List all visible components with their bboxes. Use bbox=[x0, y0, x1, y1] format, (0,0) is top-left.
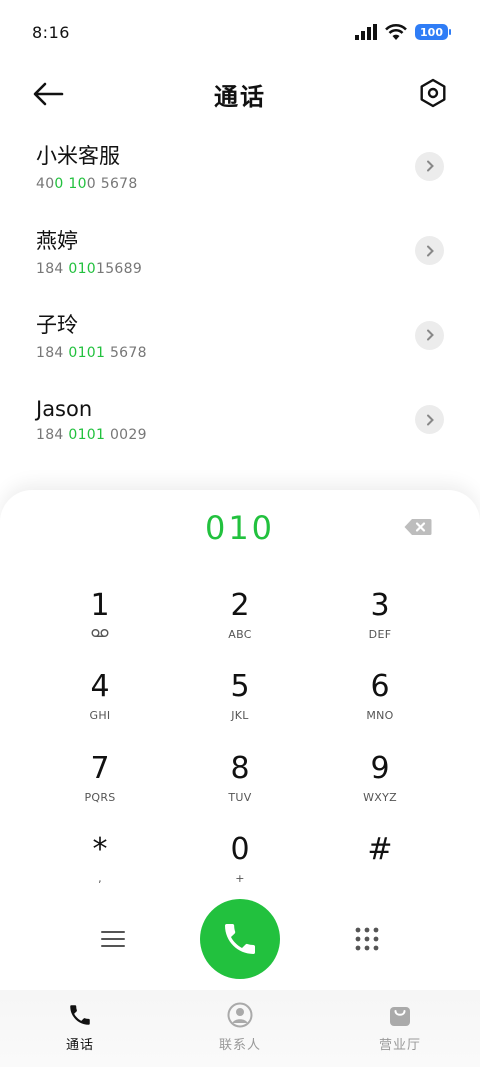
settings-icon[interactable] bbox=[418, 78, 448, 108]
nav-service-hall[interactable]: 营业厅 bbox=[320, 990, 480, 1067]
keypad: 1 2 ABC 3 DEF 4 GHI 5 JKL 6 MNO 7 PQRS 8… bbox=[30, 574, 450, 900]
contact-name: 子玲 bbox=[36, 313, 78, 338]
contact-item[interactable]: 小米客服 400 100 5678 bbox=[0, 124, 480, 209]
contact-item[interactable]: 燕婷 184 01015689 bbox=[0, 209, 480, 294]
status-bar: 8:16 100 bbox=[0, 0, 480, 64]
contact-number: 184 01015689 bbox=[36, 260, 143, 277]
key-1[interactable]: 1 bbox=[30, 574, 170, 656]
voicemail-icon bbox=[91, 628, 109, 637]
status-icons: 100 bbox=[355, 23, 451, 41]
keypad-toggle-button[interactable] bbox=[347, 919, 387, 959]
bottom-navigation: 通话 联系人 营业厅 bbox=[0, 990, 480, 1067]
battery-level: 100 bbox=[420, 25, 443, 39]
menu-button[interactable] bbox=[93, 919, 133, 959]
call-button[interactable] bbox=[199, 899, 280, 979]
wifi-icon bbox=[385, 23, 407, 40]
dialed-number: 010 bbox=[204, 509, 276, 547]
contact-name: Jason bbox=[36, 396, 93, 421]
app-header: 通话 bbox=[0, 64, 480, 124]
chevron-right-icon bbox=[426, 245, 434, 257]
chevron-right-icon bbox=[426, 160, 434, 172]
dialpad-icon bbox=[355, 927, 379, 951]
phone-icon bbox=[224, 924, 255, 954]
key-0[interactable]: 0 + bbox=[170, 819, 310, 901]
contact-name: 燕婷 bbox=[36, 228, 78, 253]
nav-label: 营业厅 bbox=[378, 1038, 421, 1053]
contact-detail-button[interactable] bbox=[415, 236, 444, 266]
signal-icon bbox=[355, 24, 378, 40]
back-arrow-icon[interactable] bbox=[32, 80, 64, 108]
key-8[interactable]: 8 TUV bbox=[170, 737, 310, 819]
dialer-panel: 010 1 2 ABC 3 DEF 4 GHI 5 JKL 6 MNO 7 PQ… bbox=[0, 490, 480, 1067]
status-time: 8:16 bbox=[32, 22, 70, 42]
chevron-right-icon bbox=[426, 414, 434, 426]
contact-detail-button[interactable] bbox=[415, 151, 444, 181]
contact-detail-button[interactable] bbox=[415, 405, 444, 435]
key-6[interactable]: 6 MNO bbox=[310, 656, 450, 738]
key-3[interactable]: 3 DEF bbox=[310, 574, 450, 656]
nav-label: 联系人 bbox=[218, 1038, 261, 1053]
menu-icon bbox=[101, 931, 126, 947]
key-hash[interactable]: # bbox=[310, 819, 450, 901]
contact-number: 184 0101 0029 bbox=[36, 426, 147, 443]
key-7[interactable]: 7 PQRS bbox=[30, 737, 170, 819]
key-5[interactable]: 5 JKL bbox=[170, 656, 310, 738]
contact-suggestion-list: 小米客服 400 100 5678 燕婷 184 01015689 子玲 184… bbox=[0, 124, 480, 462]
battery-indicator: 100 bbox=[415, 24, 451, 40]
chevron-right-icon bbox=[426, 329, 434, 341]
contact-name: 小米客服 bbox=[36, 144, 120, 169]
nav-calls[interactable]: 通话 bbox=[0, 990, 160, 1067]
contact-detail-button[interactable] bbox=[415, 320, 444, 350]
key-4[interactable]: 4 GHI bbox=[30, 656, 170, 738]
key-star[interactable]: * , bbox=[30, 819, 170, 901]
contact-item[interactable]: Jason 184 0101 0029 bbox=[0, 378, 480, 463]
nav-contacts[interactable]: 联系人 bbox=[160, 990, 320, 1067]
backspace-icon[interactable] bbox=[404, 518, 432, 536]
contact-item[interactable]: 子玲 184 0101 5678 bbox=[0, 293, 480, 378]
person-icon bbox=[227, 1002, 253, 1028]
phone-icon bbox=[70, 1005, 90, 1025]
nav-label: 通话 bbox=[65, 1038, 94, 1053]
page-title: 通话 bbox=[214, 82, 266, 111]
key-9[interactable]: 9 WXYZ bbox=[310, 737, 450, 819]
contact-number: 184 0101 5678 bbox=[36, 345, 147, 362]
dialer-actions bbox=[0, 898, 480, 980]
contact-number: 400 100 5678 bbox=[36, 176, 138, 193]
key-2[interactable]: 2 ABC bbox=[170, 574, 310, 656]
shopping-bag-icon bbox=[390, 1007, 410, 1026]
